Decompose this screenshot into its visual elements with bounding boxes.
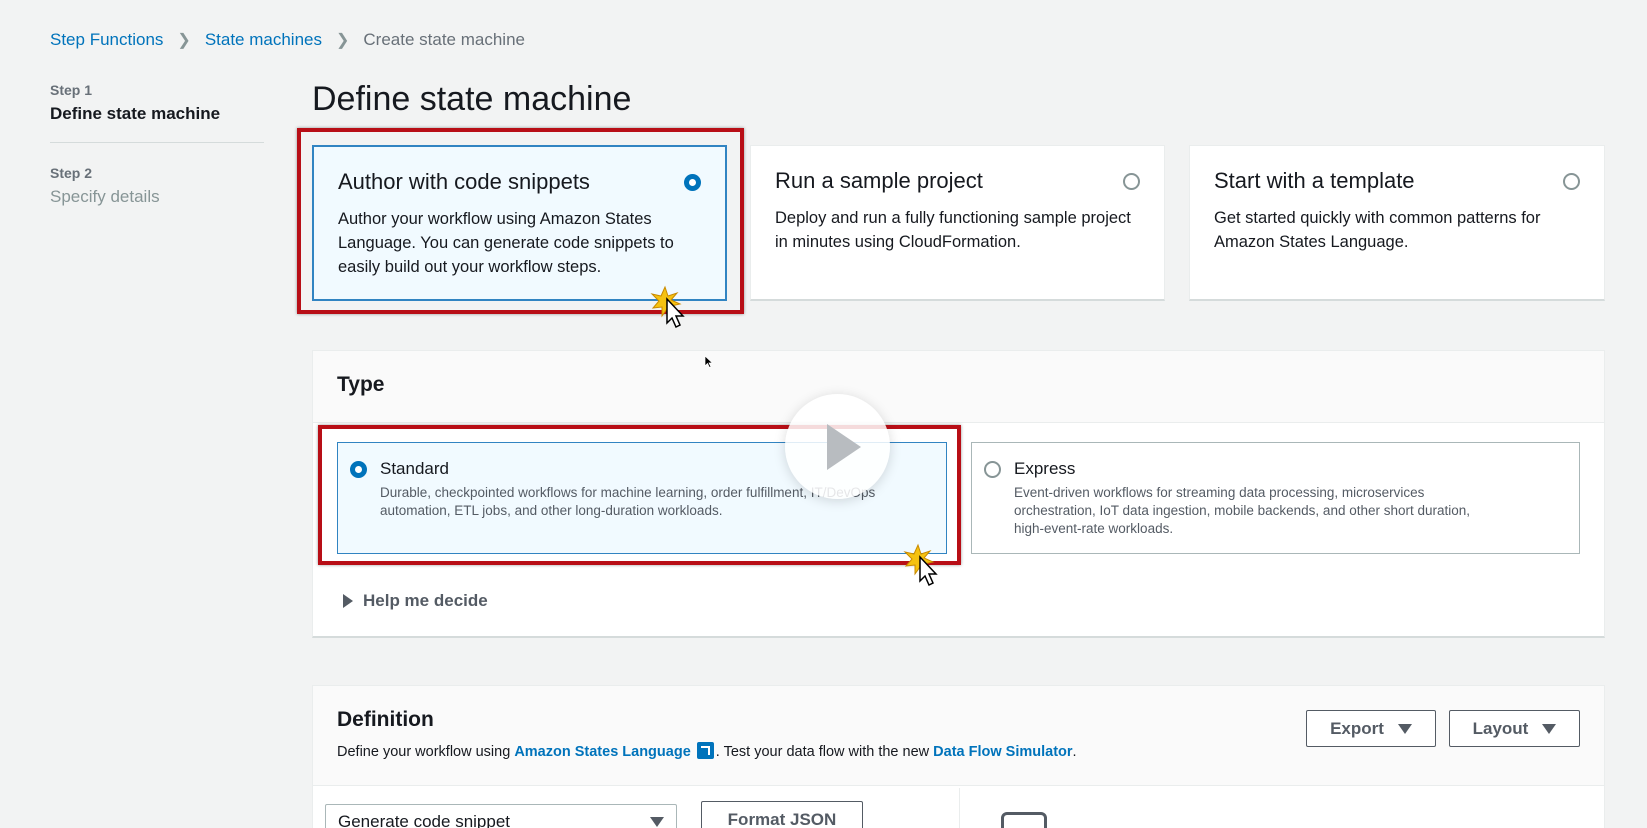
caret-down-icon: [1397, 723, 1412, 734]
tile-description: Get started quickly with common patterns…: [1214, 209, 1541, 251]
layout-button[interactable]: Layout: [1449, 710, 1580, 747]
graph-icon[interactable]: [1001, 812, 1047, 828]
export-label: Export: [1330, 718, 1384, 738]
type-heading: Type: [337, 373, 385, 396]
step-2-title: Specify details: [50, 187, 160, 206]
help-me-decide-toggle[interactable]: Help me decide: [343, 591, 488, 611]
tile-run-sample-project[interactable]: Run a sample project Deploy and run a fu…: [750, 145, 1165, 301]
radio-selected[interactable]: [350, 461, 367, 478]
external-link-icon[interactable]: [696, 742, 714, 759]
tile-author-with-code-snippets[interactable]: Author with code snippets Author your wo…: [312, 145, 727, 301]
desc-text: .: [1072, 744, 1077, 760]
tile-title: Author with code snippets: [338, 169, 590, 194]
desc-text: Define your workflow using: [337, 744, 515, 760]
radio-unselected[interactable]: [1123, 173, 1140, 190]
layout-label: Layout: [1472, 718, 1529, 738]
breadcrumb: Step Functions ❯ State machines ❯ Create…: [50, 30, 525, 50]
data-flow-simulator-link[interactable]: Data Flow Simulator: [933, 744, 1072, 760]
play-icon[interactable]: [785, 394, 890, 499]
asl-link[interactable]: Amazon States Language: [514, 744, 690, 760]
help-label: Help me decide: [363, 591, 488, 610]
option-description: Event-driven workflows for streaming dat…: [1014, 485, 1471, 536]
type-panel: Type Standard Durable, checkpointed work…: [312, 350, 1605, 638]
breadcrumb-step-functions[interactable]: Step Functions: [50, 30, 163, 50]
tile-title: Start with a template: [1214, 168, 1415, 193]
step-2-number: Step 2: [50, 165, 93, 181]
breadcrumb-state-machines[interactable]: State machines: [205, 30, 322, 50]
radio-unselected[interactable]: [1563, 173, 1580, 190]
tile-description: Deploy and run a fully functioning sampl…: [775, 209, 1131, 251]
tile-start-with-template[interactable]: Start with a template Get started quickl…: [1189, 145, 1605, 301]
breadcrumb-current: Create state machine: [363, 30, 525, 49]
page-title: Define state machine: [312, 80, 632, 118]
format-json-label: Format JSON: [727, 810, 837, 828]
caret-right-icon: [343, 594, 353, 608]
click-cursor-icon: [650, 285, 685, 329]
caret-down-icon: [1542, 723, 1557, 734]
type-panel-header: Type: [313, 351, 1604, 423]
desc-text: . Test your data flow with the new: [715, 744, 934, 760]
pointer-cursor-icon: [704, 355, 714, 368]
step-1: Step 1 Define state machine: [50, 82, 264, 124]
caret-down-icon: [650, 817, 664, 827]
option-title: Express: [1014, 459, 1076, 478]
editor-divider: [959, 788, 960, 828]
generate-code-snippet-select[interactable]: Generate code snippet: [325, 804, 677, 828]
format-json-button[interactable]: Format JSON: [701, 801, 863, 828]
type-option-express[interactable]: Express Event-driven workflows for strea…: [971, 442, 1580, 554]
step-2[interactable]: Step 2 Specify details: [50, 165, 264, 207]
step-1-number: Step 1: [50, 82, 93, 98]
select-value: Generate code snippet: [338, 812, 511, 828]
radio-selected[interactable]: [684, 174, 701, 191]
radio-unselected[interactable]: [984, 461, 1001, 478]
tile-description: Author your workflow using Amazon States…: [338, 210, 674, 276]
wizard-steps: Step 1 Define state machine Step 2 Speci…: [50, 82, 264, 207]
export-button[interactable]: Export: [1306, 710, 1436, 747]
step-1-title: Define state machine: [50, 104, 221, 123]
chevron-right-icon: ❯: [336, 32, 350, 49]
definition-panel: Definition Define your workflow using Am…: [312, 685, 1605, 828]
click-cursor-icon: [903, 543, 938, 587]
tile-title: Run a sample project: [775, 168, 983, 193]
chevron-right-icon: ❯: [177, 32, 191, 49]
step-divider: [50, 142, 264, 143]
